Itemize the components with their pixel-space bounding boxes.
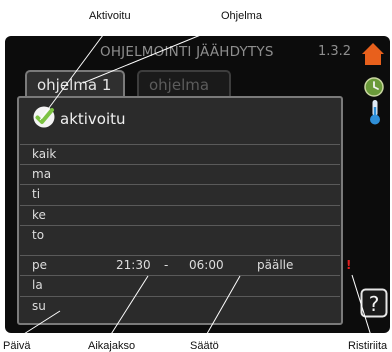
day-label: to [32, 228, 45, 242]
activated-label: aktivoitu [60, 110, 126, 128]
callout-saato: Säätö [190, 340, 219, 352]
day-label: kaik [32, 147, 57, 161]
schedule-row[interactable]: ke [20, 205, 340, 224]
schedule-row[interactable]: to [20, 225, 340, 244]
callout-ristiriita: Ristiriita [348, 340, 388, 352]
tab-ohjelma-2[interactable]: ohjelma 2 [137, 70, 231, 120]
callout-ohjelma: Ohjelma [221, 10, 262, 22]
time-end: 06:00 [189, 258, 224, 272]
schedule-row[interactable]: ma [20, 164, 340, 183]
day-label: su [32, 299, 46, 313]
schedule-row[interactable]: su [20, 296, 340, 315]
schedule-row[interactable]: ti [20, 184, 340, 203]
version-label: 1.3.2 [318, 44, 352, 59]
thermometer-icon[interactable] [367, 98, 383, 130]
tab-ohjelma-1[interactable]: ohjelma 1 [25, 70, 125, 96]
day-label: ke [32, 208, 46, 222]
page-title: OHJELMOINTI JÄÄHDYTYS [100, 44, 274, 60]
day-label: ti [32, 187, 41, 201]
checkmark-icon [32, 105, 56, 133]
schedule-row[interactable]: la [20, 275, 340, 294]
setting-value: päälle [257, 258, 294, 272]
callout-aktivoitu: Aktivoitu [89, 10, 131, 22]
schedule-row[interactable]: pe 21:30 - 06:00 päälle [20, 255, 340, 274]
help-icon[interactable]: ? [360, 288, 388, 322]
activated-checkbox[interactable]: aktivoitu [32, 106, 126, 132]
conflict-marker: ! [346, 258, 352, 272]
schedule-row[interactable]: kaik [20, 144, 340, 163]
svg-text:?: ? [369, 292, 380, 316]
time-start: 21:30 [116, 258, 151, 272]
time-dash: - [164, 258, 169, 272]
day-label: ma [32, 167, 52, 181]
home-icon[interactable] [360, 41, 386, 71]
callout-paiva: Päivä [3, 340, 31, 352]
callout-aikajakso: Aikajakso [88, 340, 136, 352]
day-label: pe [32, 258, 47, 272]
day-label: la [32, 278, 43, 292]
